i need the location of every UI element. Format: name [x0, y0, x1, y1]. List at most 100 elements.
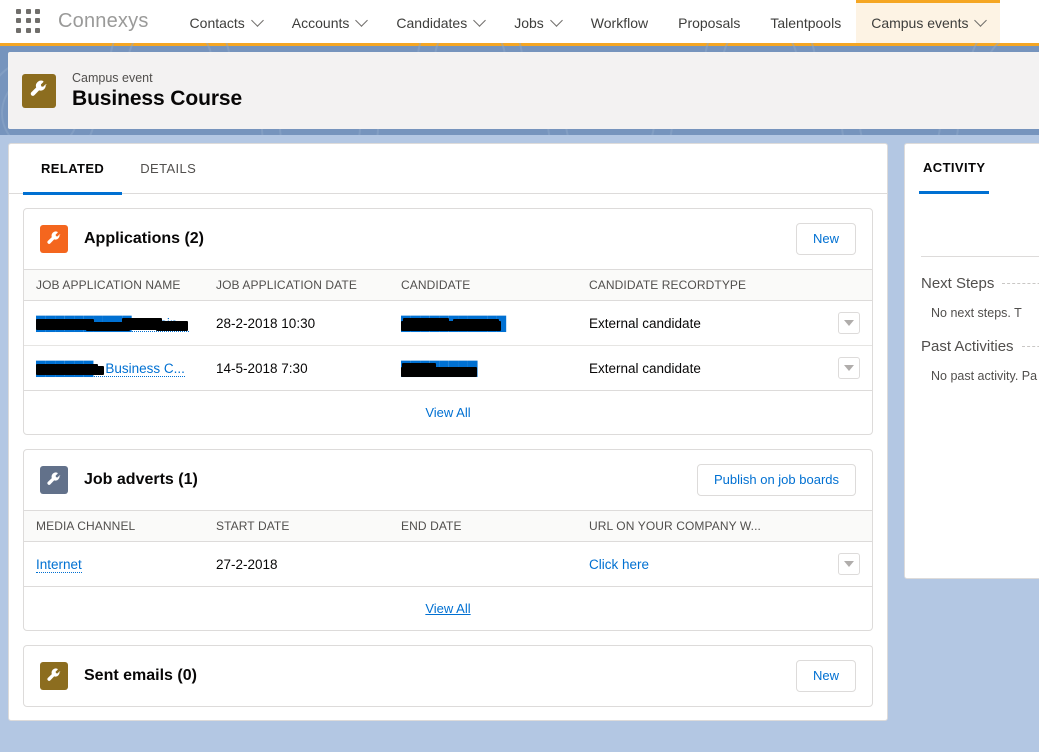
redacted-candidate-name[interactable]: ████████	[401, 361, 478, 377]
record-tabs: RELATED DETAILS	[9, 144, 887, 195]
record-header: Campus event Business Course	[8, 52, 1039, 129]
cell-job-application-name: ██████████ - Busin...	[24, 300, 204, 346]
next-steps-empty-text: No next steps. T	[931, 306, 1022, 320]
media-channel-link[interactable]: Internet	[36, 556, 82, 573]
global-navigation-bar: Connexys Contacts Accounts Candidates Jo…	[0, 0, 1039, 43]
redaction-bar	[453, 318, 499, 330]
wrench-icon	[40, 466, 68, 494]
column-header-job-application-date: JOB APPLICATION DATE	[204, 269, 389, 301]
nav-item-accounts[interactable]: Accounts	[277, 0, 382, 43]
activity-panel: ACTIVITY Next Steps No next steps. T Pas…	[904, 143, 1039, 579]
related-list-applications: Applications (2) New JOB APPLICATION NAM…	[23, 208, 873, 435]
wrench-icon	[22, 73, 56, 108]
redaction-bar	[80, 365, 104, 375]
record-type-label: Campus event	[72, 70, 153, 85]
table-header-row: MEDIA CHANNEL START DATE END DATE URL ON…	[24, 510, 872, 542]
chevron-down-icon[interactable]	[549, 13, 563, 27]
next-steps-title: Next Steps	[921, 275, 995, 292]
cell-row-actions	[826, 346, 872, 391]
nav-item-label: Accounts	[291, 15, 350, 31]
cell-url: Click here	[577, 542, 826, 587]
related-list-title: Job adverts (1)	[84, 471, 198, 488]
related-list-sent-emails: Sent emails (0) New	[23, 645, 873, 707]
table-row: Internet 27-2-2018 Click here	[24, 542, 872, 587]
nav-item-contacts[interactable]: Contacts	[175, 0, 277, 43]
nav-item-label: Workflow	[590, 15, 649, 31]
job-adverts-table: MEDIA CHANNEL START DATE END DATE URL ON…	[24, 510, 872, 586]
nav-item-jobs[interactable]: Jobs	[499, 0, 576, 43]
nav-item-talentpools[interactable]: Talentpools	[755, 0, 856, 43]
column-header-actions	[826, 510, 872, 542]
column-header-actions	[826, 269, 872, 301]
new-application-button[interactable]: New	[795, 223, 856, 255]
section-rule	[1021, 346, 1039, 347]
view-all-job-adverts-link[interactable]: View All	[24, 586, 872, 630]
tab-label: ACTIVITY	[923, 160, 986, 175]
related-list-actions: New	[795, 660, 856, 692]
nav-item-workflow[interactable]: Workflow	[576, 0, 663, 43]
nav-items: Contacts Accounts Candidates Jobs Workfl…	[175, 0, 1001, 43]
cell-candidate: ████████	[389, 346, 577, 391]
column-header-candidate: CANDIDATE	[389, 269, 577, 301]
page-title: Business Course	[72, 86, 243, 110]
new-sent-email-button[interactable]: New	[795, 660, 856, 692]
column-header-media-channel: MEDIA CHANNEL	[24, 510, 204, 542]
activity-tabs: ACTIVITY	[905, 144, 1039, 194]
nav-item-proposals[interactable]: Proposals	[663, 0, 755, 43]
next-steps-header: Next Steps	[905, 257, 1039, 292]
table-row: ██████████ - Busin... 28-2-2018 10:30 ██…	[24, 300, 872, 346]
tab-related[interactable]: RELATED	[23, 145, 123, 195]
nav-item-label: Talentpools	[770, 15, 842, 31]
related-list-header: Applications (2) New	[24, 209, 872, 269]
row-menu-button[interactable]	[838, 357, 860, 379]
related-list-title: Applications (2)	[84, 230, 205, 247]
related-list-header: Sent emails (0) New	[24, 646, 872, 706]
chevron-down-icon	[844, 365, 854, 371]
wrench-icon	[40, 662, 68, 690]
nav-item-label: Jobs	[514, 15, 544, 31]
cell-job-application-name: ██████ - Business C...	[24, 346, 204, 391]
cell-candidate-recordtype: External candidate	[577, 300, 826, 346]
related-list-actions: Publish on job boards	[696, 464, 856, 496]
redacted-candidate-name[interactable]: ███████████	[401, 316, 506, 331]
row-menu-button[interactable]	[838, 312, 860, 334]
redaction-bar	[403, 317, 449, 330]
chevron-down-icon	[844, 561, 854, 567]
redacted-application-name[interactable]: ██████████ - Busin...	[36, 315, 189, 332]
view-all-applications-link[interactable]: View All	[24, 390, 872, 434]
related-list-job-adverts: Job adverts (1) Publish on job boards ME…	[23, 449, 873, 631]
wrench-icon	[40, 225, 68, 253]
nav-item-label: Candidates	[396, 15, 468, 31]
column-header-end-date: END DATE	[389, 510, 577, 542]
column-header-candidate-recordtype: CANDIDATE RECORDTYPE	[577, 269, 826, 301]
brand-name: Connexys	[58, 10, 149, 32]
column-header-start-date: START DATE	[204, 510, 389, 542]
related-list-actions: New	[795, 223, 856, 255]
publish-on-job-boards-button[interactable]: Publish on job boards	[696, 464, 856, 496]
related-lists-card: RELATED DETAILS Applications (2) New JOB…	[8, 143, 888, 721]
chevron-down-icon	[844, 320, 854, 326]
chevron-down-icon[interactable]	[473, 13, 487, 27]
redacted-application-name[interactable]: ██████ - Business C...	[36, 360, 185, 377]
chevron-down-icon[interactable]	[250, 13, 264, 27]
related-list-header: Job adverts (1) Publish on job boards	[24, 450, 872, 510]
tab-details[interactable]: DETAILS	[122, 145, 214, 195]
row-menu-button[interactable]	[838, 553, 860, 575]
nav-item-label: Contacts	[189, 15, 245, 31]
past-activities-title: Past Activities	[921, 338, 1014, 355]
cell-start-date: 27-2-2018	[216, 556, 278, 572]
past-activities-header: Past Activities	[905, 320, 1039, 355]
chevron-down-icon[interactable]	[974, 13, 988, 27]
nav-item-candidates[interactable]: Candidates	[381, 0, 499, 43]
nav-item-campus-events[interactable]: Campus events	[856, 0, 1001, 43]
past-activities-empty-text: No past activity. Pa	[931, 369, 1038, 383]
tab-activity[interactable]: ACTIVITY	[919, 144, 990, 194]
related-list-title: Sent emails (0)	[84, 667, 197, 684]
chevron-down-icon[interactable]	[355, 13, 369, 27]
cell-candidate: ███████████	[389, 300, 577, 346]
column-header-job-application-name: JOB APPLICATION NAME	[24, 269, 204, 301]
app-launcher-icon[interactable]	[16, 8, 42, 35]
click-here-link[interactable]: Click here	[589, 557, 649, 572]
nav-item-label: Campus events	[871, 15, 969, 31]
table-header-row: JOB APPLICATION NAME JOB APPLICATION DAT…	[24, 269, 872, 301]
